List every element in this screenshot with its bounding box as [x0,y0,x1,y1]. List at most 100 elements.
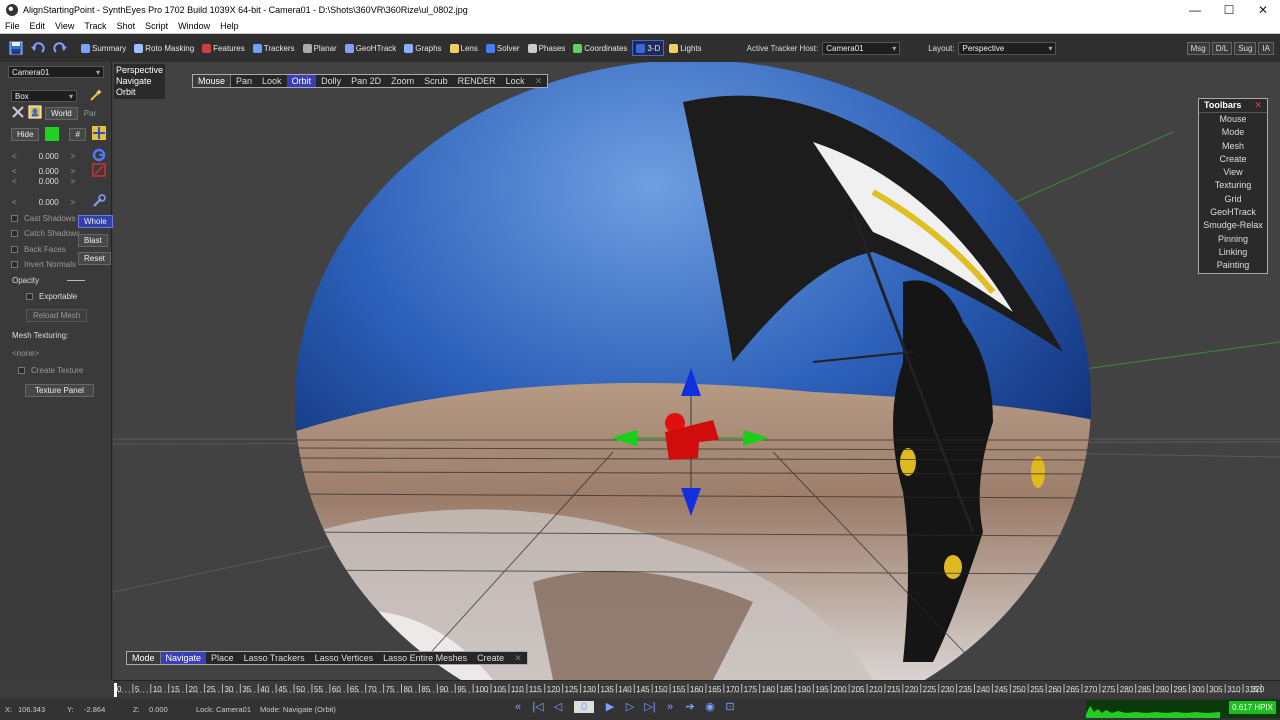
toolbars-item-grid[interactable]: Grid [1199,193,1267,206]
mouse-pan-2d-button[interactable]: Pan 2D [346,75,386,87]
room-lens-button[interactable]: Lens [447,40,481,56]
room-3-d-button[interactable]: 3-D [632,40,665,56]
hash-button[interactable]: # [69,127,86,141]
timeline-playhead[interactable] [114,683,117,697]
mouse-scrub-button[interactable]: Scrub [419,75,453,87]
mouse-zoom-button[interactable]: Zoom [386,75,419,87]
room-lights-button[interactable]: Lights [666,40,704,56]
menu-edit[interactable]: Edit [25,21,51,31]
lock-object-icon[interactable] [28,105,42,121]
menu-script[interactable]: Script [140,21,173,31]
ia-button[interactable]: IA [1258,41,1274,55]
save-icon[interactable] [8,40,24,56]
room-trackers-button[interactable]: Trackers [250,40,298,56]
back-faces-checkbox[interactable] [11,246,18,253]
mouse-close-icon[interactable]: ✕ [530,75,548,87]
rewind-fast-icon[interactable]: « [508,701,528,713]
increment-2-icon[interactable]: > [71,177,76,186]
toolbars-item-smudge-relax[interactable]: Smudge-Relax [1199,219,1267,232]
mode-place-button[interactable]: Place [206,652,239,664]
playback-direction-icon[interactable]: ➔ [680,700,700,713]
value-0[interactable]: 0.000 [31,152,59,161]
mode-lasso-entire-meshes-button[interactable]: Lasso Entire Meshes [378,652,472,664]
move-tool-icon[interactable] [91,126,106,142]
object-select[interactable]: Camera01 [8,66,104,78]
room-phases-button[interactable]: Phases [525,40,569,56]
msg-button[interactable]: Msg [1186,41,1210,55]
invert-normals-checkbox[interactable] [11,261,18,268]
increment-1-icon[interactable]: > [71,167,76,176]
mode-lasso-trackers-button[interactable]: Lasso Trackers [239,652,310,664]
toolbars-close-icon[interactable]: ✕ [1254,100,1262,111]
maximize-button[interactable]: ☐ [1212,3,1246,17]
increment-3-icon[interactable]: > [71,198,76,207]
hide-button[interactable]: Hide [11,127,40,141]
frame-view-icon[interactable]: ⊡ [720,700,740,713]
undo-icon[interactable] [30,40,46,56]
mode-create-button[interactable]: Create [472,652,509,664]
scale-tool-icon[interactable] [92,163,107,179]
mode-close-icon[interactable]: ✕ [509,652,527,664]
step-back-icon[interactable]: ◁ [548,700,568,713]
menu-track[interactable]: Track [79,21,111,31]
menu-view[interactable]: View [50,21,79,31]
crossed-arrows-icon[interactable] [11,105,25,121]
mouse-look-button[interactable]: Look [257,75,287,87]
rotate-tool-icon[interactable] [92,148,106,164]
toolbars-item-mouse[interactable]: Mouse [1199,113,1267,126]
room-planar-button[interactable]: Planar [300,40,340,56]
menu-window[interactable]: Window [173,21,215,31]
mouse-orbit-button[interactable]: Orbit [286,75,317,87]
par-button[interactable]: Par [84,109,96,118]
go-to-end-icon[interactable]: ▷| [640,700,660,713]
exportable-checkbox[interactable] [26,293,33,300]
room-features-button[interactable]: Features [199,40,248,56]
value-1[interactable]: 0.000 [31,167,59,176]
magic-wand-icon[interactable] [89,88,103,104]
room-roto-masking-button[interactable]: Roto Masking [131,40,197,56]
mouse-pan-button[interactable]: Pan [231,75,257,87]
mode-lasso-vertices-button[interactable]: Lasso Vertices [310,652,379,664]
opacity-slider[interactable] [67,280,86,281]
mode-navigate-button[interactable]: Navigate [160,652,207,664]
create-texture-checkbox[interactable] [18,367,25,374]
toolbars-item-create[interactable]: Create [1199,153,1267,166]
toolbars-item-texturing[interactable]: Texturing [1199,179,1267,192]
decrement-2-icon[interactable]: < [12,177,17,186]
frame-number-field[interactable]: 0 [574,700,594,713]
room-solver-button[interactable]: Solver [483,40,523,56]
mesh-type-select[interactable]: Box [11,90,77,102]
blast-button[interactable]: Blast [78,234,108,247]
room-coordinates-button[interactable]: Coordinates [570,40,630,56]
menu-help[interactable]: Help [215,21,244,31]
close-button[interactable]: ✕ [1246,3,1280,17]
forward-fast-icon[interactable]: » [660,701,680,713]
whole-button[interactable]: Whole [78,215,113,228]
toolbars-item-mesh[interactable]: Mesh [1199,140,1267,153]
toolbars-item-geohtrack[interactable]: GeoHTrack [1199,206,1267,219]
zoom-view-icon[interactable]: ◉ [700,700,720,713]
decrement-1-icon[interactable]: < [12,167,17,176]
timeline-ruler[interactable]: 0 5 10 15 20 25 30 35 40 45 50 55 60 65 70 75 80 85 90 95 10… [113,680,1280,698]
active-tracker-host-select[interactable]: Camera01 [822,41,901,55]
layout-select[interactable]: Perspective [958,41,1057,55]
step-forward-icon[interactable]: ▷ [620,700,640,713]
room-geohtrack-button[interactable]: GeoHTrack [342,40,400,56]
texture-panel-button[interactable]: Texture Panel [25,384,94,397]
menu-file[interactable]: File [0,21,25,31]
mouse-lock-button[interactable]: Lock [501,75,530,87]
toolbars-item-view[interactable]: View [1199,166,1267,179]
toolbars-item-painting[interactable]: Painting [1199,259,1267,272]
increment-0-icon[interactable]: > [71,152,76,161]
sug-button[interactable]: Sug [1234,41,1257,55]
go-to-start-icon[interactable]: |◁ [528,700,548,713]
reset-button[interactable]: Reset [78,252,111,265]
menu-shot[interactable]: Shot [112,21,141,31]
decrement-3-icon[interactable]: < [12,198,17,207]
decrement-0-icon[interactable]: < [12,152,17,161]
3d-viewport[interactable]: Perspective Navigate Orbit Mouse Pan Look O… [113,62,1280,680]
world-button[interactable]: World [45,106,78,120]
pin-tool-icon[interactable] [92,194,107,210]
room-summary-button[interactable]: Summary [78,40,129,56]
mouse-dolly-button[interactable]: Dolly [316,75,346,87]
